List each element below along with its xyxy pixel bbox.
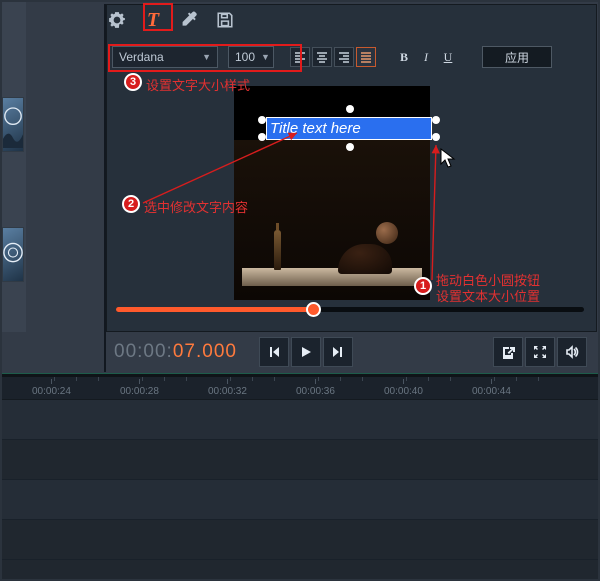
align-left-button[interactable] (290, 47, 310, 67)
timecode-gray: 00:00: (114, 341, 173, 362)
text-format-group: B I U (394, 47, 458, 67)
resize-handle-bottom[interactable] (346, 143, 354, 151)
font-family-value: Verdana (119, 50, 196, 64)
apply-button[interactable]: 应用 (482, 46, 552, 68)
popout-button[interactable] (493, 337, 523, 367)
track-row[interactable] (2, 440, 598, 480)
ruler-tick: 00:00:24 (32, 379, 71, 397)
timecode-sec: 07 (173, 341, 196, 362)
save-icon[interactable] (216, 11, 234, 29)
annotation-badge-2: 2 (122, 195, 140, 213)
resize-handle-left-bottom[interactable] (258, 133, 266, 141)
resize-handle-left-top[interactable] (258, 116, 266, 124)
progress-played (116, 307, 313, 312)
ruler-tick: 00:00:44 (472, 379, 511, 397)
chevron-down-icon: ▼ (202, 52, 211, 62)
title-text: Title text here (270, 120, 361, 137)
ruler-tick: 00:00:32 (208, 379, 247, 397)
play-button[interactable] (291, 337, 321, 367)
title-text-box[interactable]: Title text here (266, 117, 432, 140)
resize-handle-right-bottom[interactable] (432, 133, 440, 141)
ruler-tick: 00:00:36 (296, 379, 335, 397)
timeline-tracks[interactable] (2, 399, 598, 579)
thumbnail-2[interactable] (2, 227, 24, 282)
cursor-icon (440, 148, 456, 170)
progress-bar[interactable] (116, 307, 584, 312)
track-row[interactable] (2, 400, 598, 440)
eyedropper-icon[interactable] (180, 11, 198, 29)
track-row[interactable] (2, 480, 598, 520)
bold-button[interactable]: B (394, 47, 414, 67)
annotation-badge-3: 3 (124, 73, 142, 91)
align-center-button[interactable] (312, 47, 332, 67)
timecode: 00:00:07.000 (114, 341, 237, 363)
thumbnail-1[interactable] (2, 97, 24, 152)
ruler-tick: 00:00:28 (120, 379, 159, 397)
video-frame (234, 140, 430, 300)
annotation-text-3: 设置文字大小样式 (146, 75, 250, 94)
volume-button[interactable] (557, 337, 587, 367)
annotation-badge-1: 1 (414, 277, 432, 295)
left-sidebar (2, 2, 26, 332)
annotation-text-2: 选中修改文字内容 (144, 197, 248, 216)
gear-icon[interactable] (108, 11, 126, 29)
annotation-text-1b: 设置文本大小位置 (436, 286, 540, 305)
font-family-select[interactable]: Verdana ▼ (112, 46, 218, 68)
prev-frame-button[interactable] (259, 337, 289, 367)
align-right-button[interactable] (334, 47, 354, 67)
progress-knob[interactable] (306, 302, 321, 317)
timeline-ruler[interactable]: 00:00:24 00:00:28 00:00:32 00:00:36 00:00:40… (2, 377, 598, 399)
next-frame-button[interactable] (323, 337, 353, 367)
timecode-ms: .000 (196, 341, 237, 362)
italic-button[interactable]: I (416, 47, 436, 67)
font-size-select[interactable]: 100 ▼ (228, 46, 274, 68)
ruler-tick: 00:00:40 (384, 379, 423, 397)
resize-handle-top[interactable] (346, 105, 354, 113)
track-row[interactable] (2, 520, 598, 560)
align-justify-button[interactable] (356, 47, 376, 67)
resize-handle-right-top[interactable] (432, 116, 440, 124)
text-align-group (290, 47, 376, 67)
text-tool-icon[interactable]: T (144, 11, 162, 29)
chevron-down-icon: ▼ (261, 52, 270, 62)
underline-button[interactable]: U (438, 47, 458, 67)
fullscreen-button[interactable] (525, 337, 555, 367)
font-size-value: 100 (235, 50, 255, 64)
